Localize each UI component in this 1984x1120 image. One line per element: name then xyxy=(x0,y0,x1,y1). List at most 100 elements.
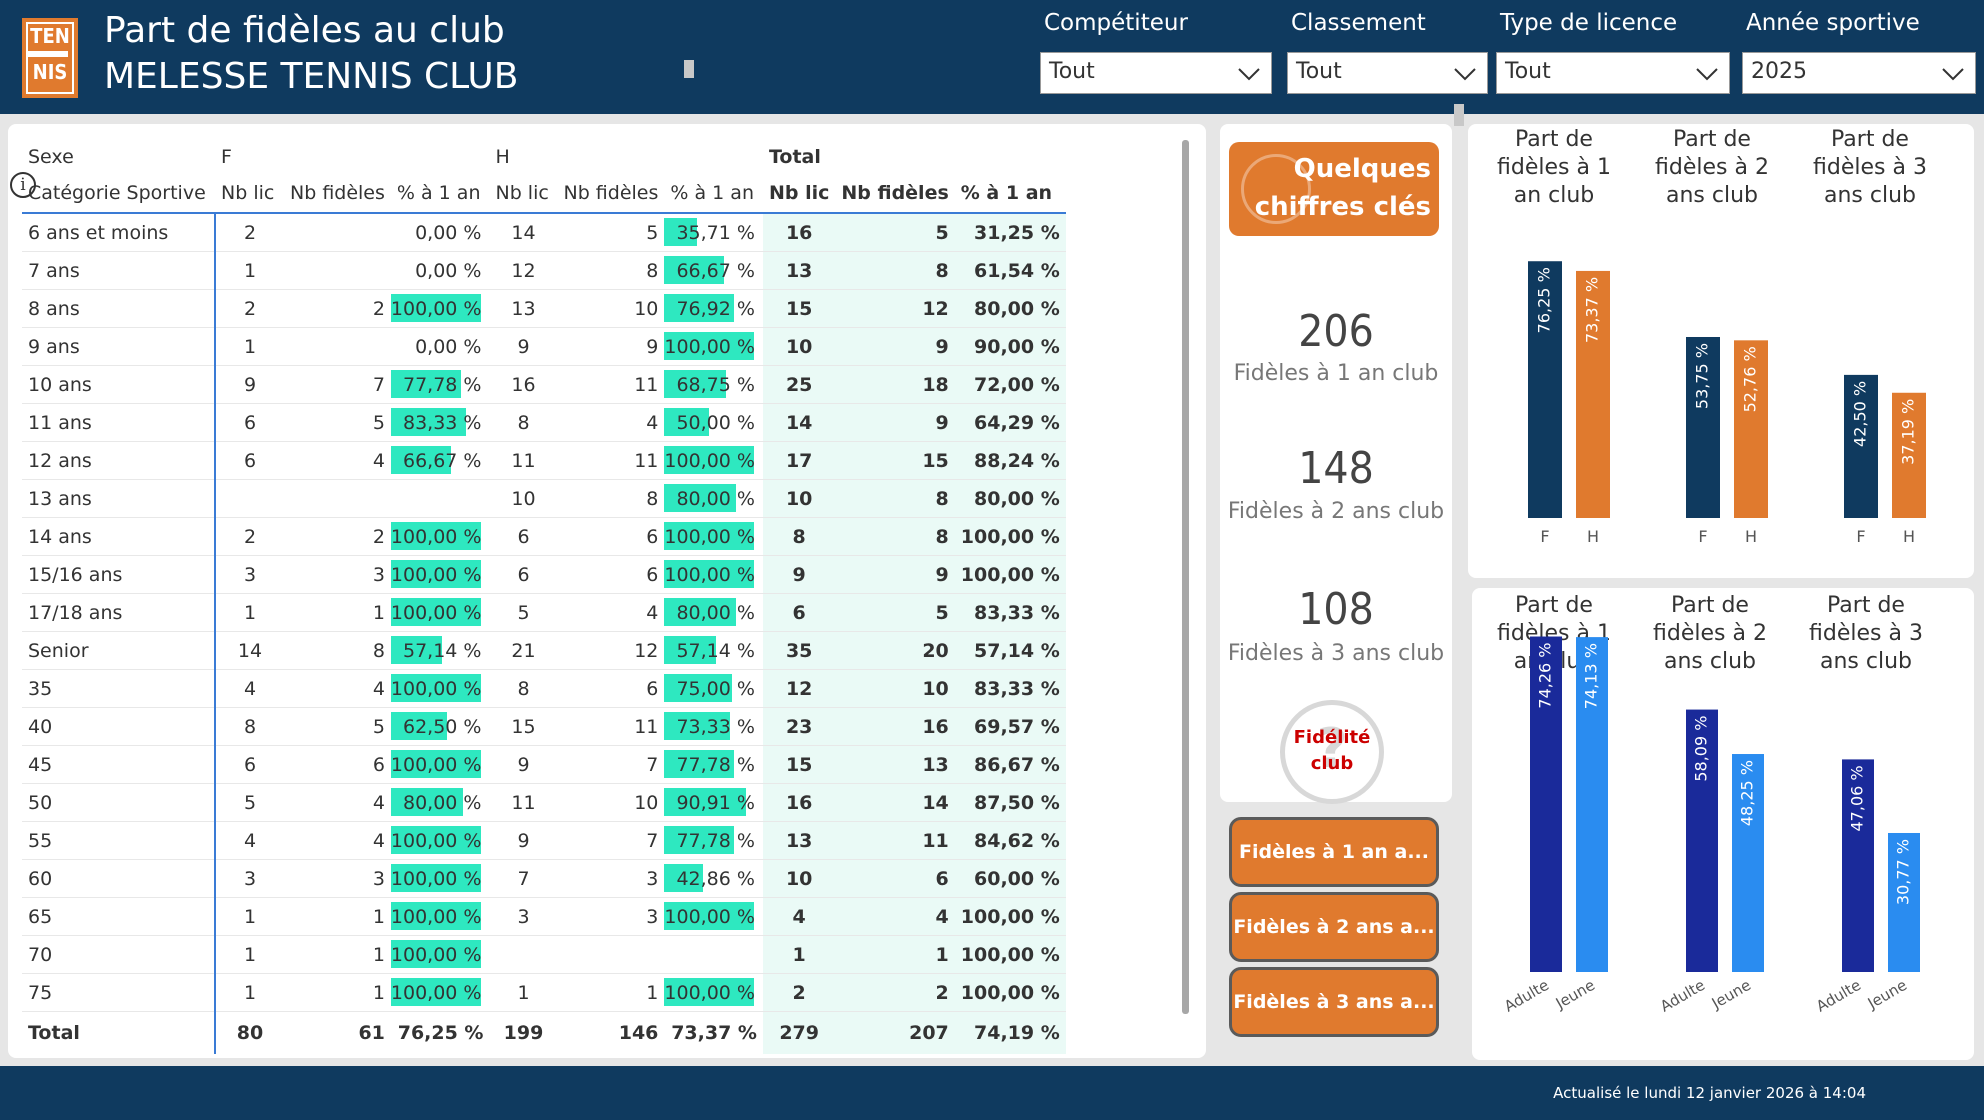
category-label: H xyxy=(1903,527,1915,546)
total-cell: 5 xyxy=(835,213,955,252)
percent-cell: 100,00 % xyxy=(390,555,490,594)
percent-cell: 100,00 % xyxy=(390,821,490,860)
table-row[interactable]: 11 ans 6 5 83,33 % 8 4 50,00 % 14 9 64,29 % xyxy=(22,403,1066,442)
nav-button-3ans[interactable]: Fidèles à 3 ans a... xyxy=(1229,967,1439,1037)
category-cell: 7 ans xyxy=(22,251,216,290)
total-cell: 23 xyxy=(762,707,836,746)
filter-label-classement: Classement xyxy=(1291,10,1426,36)
data-label: 73,37 % xyxy=(1583,277,1602,343)
table-row[interactable]: 12 ans 6 4 66,67 % 11 11 100,00 % 17 15 88,24 % xyxy=(22,441,1066,480)
column-header[interactable]: Catégorie Sportive xyxy=(22,174,215,214)
table-row[interactable]: 40 8 5 62,50 % 15 11 73,33 % 23 16 69,57 % xyxy=(22,707,1066,746)
filter-label-annee: Année sportive xyxy=(1746,10,1920,36)
percent-cell: 100,00 % xyxy=(390,289,490,328)
column-header[interactable]: % à 1 an xyxy=(390,174,490,214)
kpi-value-2ans: 148 xyxy=(1298,443,1374,494)
table-row[interactable]: 6 ans et moins 2 0,00 % 14 5 35,71 % 16 5 31,25 … xyxy=(22,213,1066,252)
nav-button-2ans[interactable]: Fidèles à 2 ans a... xyxy=(1229,892,1439,962)
total-cell: 16 xyxy=(762,213,836,252)
cell: 4 xyxy=(284,783,391,822)
percent-cell: 80,00 % xyxy=(664,479,763,518)
table-row[interactable]: 10 ans 9 7 77,78 % 16 11 68,75 % 25 18 72,00 % xyxy=(22,365,1066,404)
table-row[interactable]: 45 6 6 100,00 % 9 7 77,78 % 15 13 86,67 % xyxy=(22,745,1066,784)
percent-cell: 66,67 % xyxy=(390,441,490,480)
table-row[interactable]: 75 1 1 100,00 % 1 1 100,00 % 2 2 100,00 % xyxy=(22,973,1066,1012)
category-cell: 50 xyxy=(22,783,216,822)
cell: 4 xyxy=(215,669,284,708)
table-row[interactable]: 55 4 4 100,00 % 9 7 77,78 % 13 11 84,62 % xyxy=(22,821,1066,860)
percent-cell xyxy=(664,935,763,974)
cell: 5 xyxy=(284,707,391,746)
total-cell: 10 xyxy=(762,479,836,518)
percent-cell: 100,00 % xyxy=(664,327,763,366)
cell: 6 xyxy=(557,517,665,556)
category-cell: 75 xyxy=(22,973,216,1012)
chart-title-line: ans club xyxy=(1666,183,1758,208)
percent-cell: 100,00 % xyxy=(390,897,490,936)
column-header[interactable]: Nb fidèles xyxy=(557,174,665,214)
filter-label-type-licence: Type de licence xyxy=(1500,10,1678,36)
column-header[interactable]: Nb lic xyxy=(762,174,836,214)
nav-button-1an[interactable]: Fidèles à 1 an a... xyxy=(1229,817,1439,887)
table-row[interactable]: 70 1 1 100,00 % 1 1 100,00 % xyxy=(22,935,1066,974)
table-scrollbar[interactable] xyxy=(1182,140,1189,1014)
percent-cell: 100,00 % xyxy=(664,441,763,480)
tennis-logo: TEN NIS xyxy=(22,18,78,98)
cell: 4 xyxy=(557,403,665,442)
table-row[interactable]: 8 ans 2 2 100,00 % 13 10 76,92 % 15 12 80,00 % xyxy=(22,289,1066,328)
total-cell: 16 xyxy=(762,783,836,822)
cell: 4 xyxy=(284,669,391,708)
filter-classement-select[interactable]: Tout xyxy=(1287,52,1488,94)
chart-title-line: an club xyxy=(1514,183,1595,208)
cell: 10 xyxy=(489,479,558,518)
cell: 6 xyxy=(215,441,284,480)
column-header[interactable]: Nb fidèles xyxy=(835,174,955,214)
chart-title-line: Part de xyxy=(1515,593,1593,618)
table-row[interactable]: 65 1 1 100,00 % 3 3 100,00 % 4 4 100,00 % xyxy=(22,897,1066,936)
cell: 9 xyxy=(557,327,665,366)
percent-cell: 90,91 % xyxy=(664,783,763,822)
category-cell: 11 ans xyxy=(22,403,216,442)
table-row[interactable]: 7 ans 1 0,00 % 12 8 66,67 % 13 8 61,54 % xyxy=(22,251,1066,290)
category-label: F xyxy=(1856,527,1865,546)
category-cell: 8 ans xyxy=(22,289,216,328)
column-header[interactable]: Nb lic xyxy=(489,174,558,214)
filter-type-licence-select[interactable]: Tout xyxy=(1496,52,1730,94)
table-row[interactable]: 35 4 4 100,00 % 8 6 75,00 % 12 10 83,33 % xyxy=(22,669,1066,708)
table-row[interactable]: Senior 14 8 57,14 % 21 12 57,14 % 35 20 57,14 % xyxy=(22,631,1066,670)
table-row[interactable]: 13 ans 10 8 80,00 % 10 8 80,00 % xyxy=(22,479,1066,518)
category-label: Adulte xyxy=(1657,976,1708,1016)
cell: 14 xyxy=(489,213,558,252)
table-row[interactable]: 17/18 ans 1 1 100,00 % 5 4 80,00 % 6 5 83,33 % xyxy=(22,593,1066,632)
category-label: H xyxy=(1587,527,1599,546)
table-row[interactable]: 14 ans 2 2 100,00 % 6 6 100,00 % 8 8 100,00 % xyxy=(22,517,1066,556)
percent-cell: 35,71 % xyxy=(664,213,763,252)
cell: 2 xyxy=(215,517,284,556)
cell: 11 xyxy=(557,707,665,746)
table-row[interactable]: 9 ans 1 0,00 % 9 9 100,00 % 10 9 90,00 % xyxy=(22,327,1066,366)
column-header[interactable]: % à 1 an xyxy=(664,174,763,214)
table-row[interactable]: 50 5 4 80,00 % 11 10 90,91 % 16 14 87,50 % xyxy=(22,783,1066,822)
cell: 6 xyxy=(215,745,284,784)
category-cell: 40 xyxy=(22,707,216,746)
filter-competiteur-select[interactable]: Tout xyxy=(1040,52,1272,94)
category-label: Adulte xyxy=(1501,976,1552,1016)
key-figures-button[interactable]: Quelques chiffres clés xyxy=(1229,142,1439,236)
total-cell: 4 xyxy=(835,897,955,936)
cell: 6 xyxy=(557,555,665,594)
filter-annee-select[interactable]: 2025 xyxy=(1742,52,1976,94)
total-cell: 8 xyxy=(835,479,955,518)
table-row[interactable]: 15/16 ans 3 3 100,00 % 6 6 100,00 % 9 9 100,00 % xyxy=(22,555,1066,594)
percent-cell: 73,33 % xyxy=(664,707,763,746)
cell: 4 xyxy=(284,821,391,860)
kpi-label-2ans: Fidèles à 2 ans club xyxy=(1227,499,1445,524)
column-header[interactable]: Nb lic xyxy=(215,174,284,214)
column-header[interactable]: % à 1 an xyxy=(954,174,1066,214)
percent-cell: 100,00 % xyxy=(664,897,763,936)
total-cell: 87,50 % xyxy=(954,783,1066,822)
column-header[interactable]: Nb fidèles xyxy=(284,174,391,214)
table-row[interactable]: 60 3 3 100,00 % 7 3 42,86 % 10 6 60,00 % xyxy=(22,859,1066,898)
scroll-handle[interactable] xyxy=(1454,104,1464,126)
cell: 9 xyxy=(215,365,284,404)
percent-cell: 80,00 % xyxy=(664,593,763,632)
